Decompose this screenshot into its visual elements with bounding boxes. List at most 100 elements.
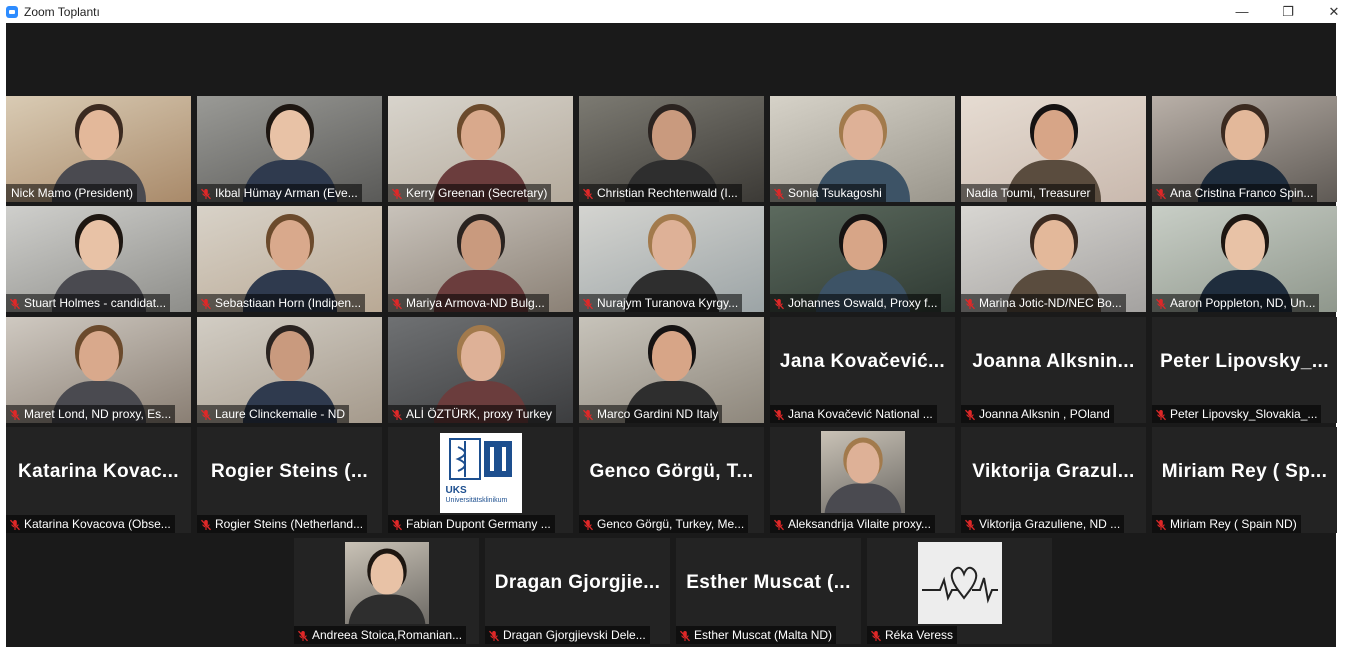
gallery-view: Nick Mamo (President) Ikbal Hümay Arman (…	[6, 23, 1337, 647]
participant-name-bar: Rogier Steins (Netherland...	[197, 515, 368, 533]
muted-mic-icon	[1155, 408, 1167, 421]
participant-tile[interactable]: Rogier Steins (... Rogier Steins (Netherl…	[197, 427, 382, 533]
participant-name-bar: Genco Görgü, Turkey, Me...	[579, 515, 749, 533]
participant-tile[interactable]: Aleksandrija Vilaite proxy...	[770, 427, 955, 533]
participant-tile[interactable]: Joanna Alksnin... Joanna Alksnin , POland	[961, 317, 1146, 423]
participant-name: Nick Mamo (President)	[11, 186, 134, 200]
participant-name: Peter Lipovsky_Slovakia_...	[1170, 407, 1318, 421]
participant-tile[interactable]: Ana Cristina Franco Spin...	[1152, 96, 1337, 202]
participant-name-bar: Mariya Armova-ND Bulg...	[388, 294, 549, 312]
muted-mic-icon	[9, 297, 21, 310]
participant-tile[interactable]: Maret Lond, ND proxy, Es...	[6, 317, 191, 423]
participant-tile[interactable]: Aaron Poppleton, ND, Un...	[1152, 206, 1337, 312]
participant-tile[interactable]: Andreea Stoica,Romanian...	[294, 538, 479, 644]
muted-mic-icon	[773, 408, 785, 421]
participant-tile[interactable]: Stuart Holmes - candidat...	[6, 206, 191, 312]
participant-name-bar: Dragan Gjorgjievski Dele...	[485, 626, 650, 644]
participant-tile[interactable]: Mariya Armova-ND Bulg...	[388, 206, 573, 312]
caduceus-icon	[448, 438, 512, 480]
muted-mic-icon	[9, 408, 21, 421]
muted-mic-icon	[297, 629, 309, 642]
participant-tile[interactable]: Dragan Gjorgjie... Dragan Gjorgjievski De…	[485, 538, 670, 644]
participant-name-bar: Stuart Holmes - candidat...	[6, 294, 171, 312]
participant-name-bar: Fabian Dupont Germany ...	[388, 515, 555, 533]
participant-display-name: Miriam Rey ( Sp...	[1161, 461, 1328, 482]
muted-mic-icon	[582, 187, 594, 200]
participant-name-bar: Christian Rechtenwald (I...	[579, 184, 742, 202]
close-button[interactable]: ✕	[1311, 0, 1357, 23]
participant-tile[interactable]: Christian Rechtenwald (I...	[579, 96, 764, 202]
muted-mic-icon	[200, 297, 212, 310]
participant-tile[interactable]: Ikbal Hümay Arman (Eve...	[197, 96, 382, 202]
muted-mic-icon	[200, 518, 212, 531]
muted-mic-icon	[773, 518, 785, 531]
muted-mic-icon	[582, 518, 594, 531]
participant-tile[interactable]: Viktorija Grazul... Viktorija Grazuliene,…	[961, 427, 1146, 533]
muted-mic-icon	[1155, 297, 1167, 310]
participant-name: Maret Lond, ND proxy, Es...	[24, 407, 172, 421]
muted-mic-icon	[391, 408, 403, 421]
heartbeat-avatar	[917, 542, 1002, 624]
participant-tile[interactable]: Sebastiaan Horn (Indipen...	[197, 206, 382, 312]
participant-name: Laure Clinckemalie - ND	[215, 407, 346, 421]
muted-mic-icon	[870, 629, 882, 642]
muted-mic-icon	[964, 518, 976, 531]
participant-name-bar: Johannes Oswald, Proxy f...	[770, 294, 942, 312]
participant-tile[interactable]: Jana Kovačević... Jana Kovačević National…	[770, 317, 955, 423]
participant-tile[interactable]: Miriam Rey ( Sp... Miriam Rey ( Spain ND)	[1152, 427, 1337, 533]
participant-name: Miriam Rey ( Spain ND)	[1170, 517, 1297, 531]
participant-figure	[822, 431, 904, 513]
participant-tile[interactable]: Kerry Greenan (Secretary)	[388, 96, 573, 202]
participant-tile[interactable]: Peter Lipovsky_... Peter Lipovsky_Slovaki…	[1152, 317, 1337, 423]
muted-mic-icon	[488, 629, 500, 642]
participant-display-name: Dragan Gjorgjie...	[494, 572, 661, 593]
muted-mic-icon	[200, 187, 212, 200]
minimize-button[interactable]: —	[1219, 0, 1265, 23]
muted-mic-icon	[200, 408, 212, 421]
participant-tile[interactable]: Nick Mamo (President)	[6, 96, 191, 202]
participant-name: Stuart Holmes - candidat...	[24, 296, 167, 310]
participant-tile[interactable]: Katarina Kovac... Katarina Kovacova (Obse…	[6, 427, 191, 533]
participant-name-bar: Laure Clinckemalie - ND	[197, 405, 350, 423]
participant-tile[interactable]: Marco Gardini ND Italy	[579, 317, 764, 423]
participant-name-bar: ALİ ÖZTÜRK, proxy Turkey	[388, 405, 557, 423]
participant-tile[interactable]: Laure Clinckemalie - ND	[197, 317, 382, 423]
participant-name-bar: Ana Cristina Franco Spin...	[1152, 184, 1318, 202]
participant-name-bar: Ikbal Hümay Arman (Eve...	[197, 184, 362, 202]
participant-name-bar: Andreea Stoica,Romanian...	[294, 626, 467, 644]
participant-name: Marco Gardini ND Italy	[597, 407, 719, 421]
participant-name: Réka Veress	[885, 628, 954, 642]
participant-tile[interactable]: Marina Jotic-ND/NEC Bo...	[961, 206, 1146, 312]
participant-name-bar: Maret Lond, ND proxy, Es...	[6, 405, 176, 423]
muted-mic-icon	[773, 297, 785, 310]
participant-tile[interactable]: UKS Universitätsklinikum Fabian Dupont Ger…	[388, 427, 573, 533]
participant-name: Aaron Poppleton, ND, Un...	[1170, 296, 1316, 310]
maximize-button[interactable]: ❐	[1265, 0, 1311, 23]
participant-name: Dragan Gjorgjievski Dele...	[503, 628, 646, 642]
participant-tile[interactable]: Réka Veress	[867, 538, 1052, 644]
participant-name-bar: Aaron Poppleton, ND, Un...	[1152, 294, 1320, 312]
participant-tile[interactable]: Nadia Toumi, Treasurer	[961, 96, 1146, 202]
participant-display-name: Rogier Steins (...	[210, 461, 369, 482]
participant-tile[interactable]: Sonia Tsukagoshi	[770, 96, 955, 202]
muted-mic-icon	[964, 297, 976, 310]
muted-mic-icon	[582, 408, 594, 421]
participant-tile[interactable]: Johannes Oswald, Proxy f...	[770, 206, 955, 312]
zoom-app-icon	[6, 5, 18, 18]
participant-name-bar: Nurajym Turanova Kyrgy...	[579, 294, 743, 312]
participant-name-bar: Sonia Tsukagoshi	[770, 184, 886, 202]
participant-tile[interactable]: Genco Görgü, T... Genco Görgü, Turkey, Me…	[579, 427, 764, 533]
participant-name: Andreea Stoica,Romanian...	[312, 628, 463, 642]
participant-tile[interactable]: Nurajym Turanova Kyrgy...	[579, 206, 764, 312]
participant-name-bar: Marco Gardini ND Italy	[579, 405, 723, 423]
participant-tile[interactable]: Esther Muscat (... Esther Muscat (Malta N…	[676, 538, 861, 644]
participant-name: Christian Rechtenwald (I...	[597, 186, 738, 200]
window-controls: — ❐ ✕	[1219, 0, 1357, 23]
participant-tile[interactable]: ALİ ÖZTÜRK, proxy Turkey	[388, 317, 573, 423]
heartbeat-icon	[921, 566, 998, 604]
participant-name: Fabian Dupont Germany ...	[406, 517, 551, 531]
participant-name-bar: Marina Jotic-ND/NEC Bo...	[961, 294, 1126, 312]
participant-display-name: Jana Kovačević...	[779, 351, 946, 372]
participant-name: Marina Jotic-ND/NEC Bo...	[979, 296, 1122, 310]
muted-mic-icon	[391, 518, 403, 531]
